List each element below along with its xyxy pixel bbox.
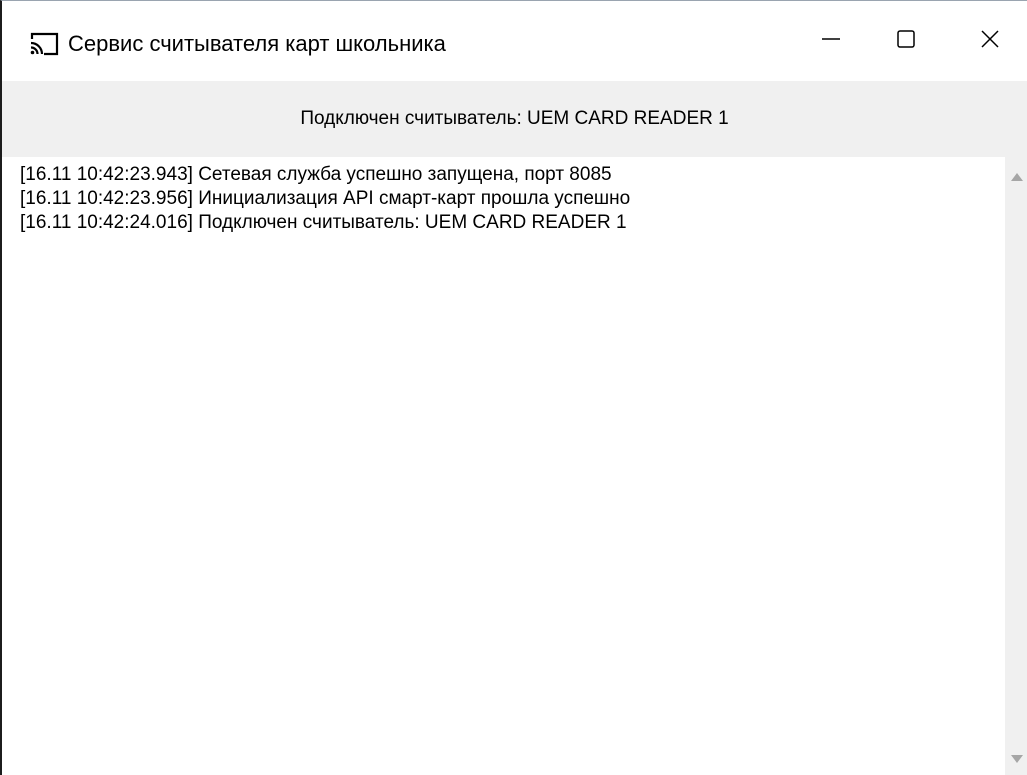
maximize-button[interactable] xyxy=(864,1,948,81)
window-title: Сервис считывателя карт школьника xyxy=(68,31,446,56)
log-line: [16.11 10:42:23.956] Инициализация API с… xyxy=(20,188,631,209)
maximize-icon xyxy=(896,29,916,54)
title-bar[interactable]: Сервис считывателя карт школьника xyxy=(2,1,1027,81)
scroll-up-arrow-icon[interactable] xyxy=(1011,173,1023,181)
scroll-down-arrow-icon[interactable] xyxy=(1011,755,1023,763)
minimize-icon xyxy=(821,29,841,54)
status-bar: Подключен считыватель: UEM CARD READER 1 xyxy=(2,81,1027,157)
minimize-button[interactable] xyxy=(789,1,873,81)
close-button[interactable] xyxy=(948,1,1027,81)
log-line: [16.11 10:42:23.943] Сетевая служба успе… xyxy=(20,164,612,185)
log-textbox[interactable]: [16.11 10:42:23.943] Сетевая служба успе… xyxy=(2,157,1005,775)
cast-icon xyxy=(28,31,60,57)
vertical-scrollbar[interactable] xyxy=(1005,157,1027,775)
app-window: Сервис считывателя карт школьника Подклю… xyxy=(0,0,1027,775)
log-line: [16.11 10:42:24.016] Подключен считывате… xyxy=(20,212,627,233)
connection-status: Подключен считыватель: UEM CARD READER 1 xyxy=(300,108,729,129)
close-icon xyxy=(980,29,1000,54)
